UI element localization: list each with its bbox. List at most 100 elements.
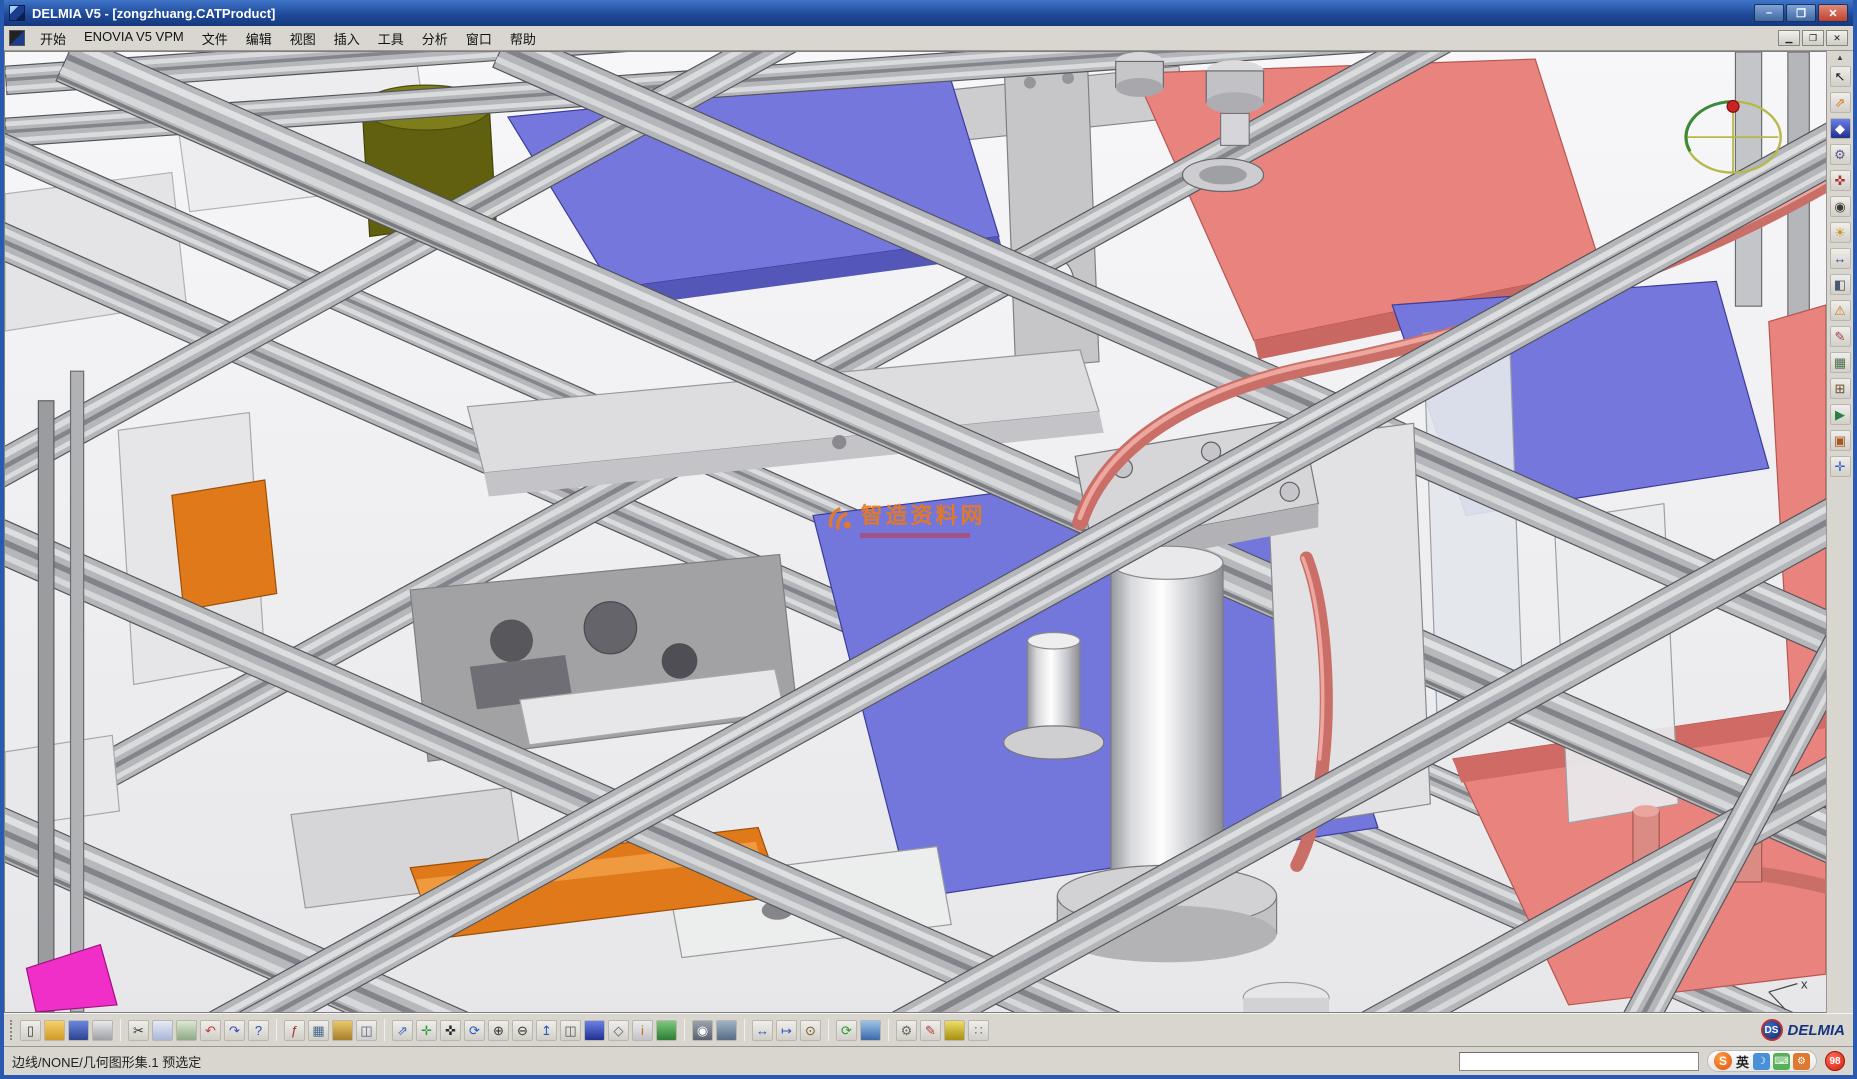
pan-button[interactable]: ✜ <box>440 1020 461 1041</box>
ime-language-indicator[interactable]: 英 <box>1736 1052 1749 1071</box>
undo-button[interactable]: ↶ <box>200 1020 221 1041</box>
ime-icons: ☽ ⌨ ⚙ <box>1753 1053 1810 1070</box>
clash-check-button[interactable] <box>860 1020 881 1041</box>
icon-glyph: ↖ <box>1835 70 1846 83</box>
menu-enovia-vpm[interactable]: ENOVIA V5 VPM <box>76 26 192 51</box>
icon-glyph: ↶ <box>205 1024 216 1037</box>
icon-glyph: ✛ <box>1835 460 1846 473</box>
context-help-button[interactable]: ? <box>248 1020 269 1041</box>
view-compass[interactable] <box>1685 100 1780 172</box>
icon-glyph: ▦ <box>312 1024 324 1037</box>
view-cube-tool[interactable]: ◆ <box>1830 118 1851 139</box>
menu-file[interactable]: 文件 <box>194 26 236 51</box>
icon-glyph: ✎ <box>925 1024 936 1037</box>
cut-button[interactable]: ✂ <box>128 1020 149 1041</box>
script-editor-button[interactable] <box>944 1020 965 1041</box>
fly-through-button[interactable]: ⇗ <box>392 1020 413 1041</box>
power-input-field[interactable] <box>1459 1052 1699 1071</box>
mdi-window-controls: ▁ ❐ ✕ <box>1778 30 1848 46</box>
menu-view[interactable]: 视图 <box>282 26 324 51</box>
print-button[interactable] <box>92 1020 113 1041</box>
mass-properties-button[interactable]: ⊙ <box>800 1020 821 1041</box>
catalog-browser-button[interactable] <box>332 1020 353 1041</box>
catalog-tool[interactable]: ⊞ <box>1830 378 1851 399</box>
macros-button[interactable]: ✎ <box>920 1020 941 1041</box>
render-tools-button[interactable] <box>716 1020 737 1041</box>
ime-toolbar[interactable]: S 英 ☽ ⌨ ⚙ <box>1707 1050 1817 1072</box>
material-view-button[interactable]: i <box>632 1020 653 1041</box>
menu-window[interactable]: 窗口 <box>458 26 500 51</box>
update-document-button[interactable]: ⟳ <box>836 1020 857 1041</box>
save-button[interactable] <box>68 1020 89 1041</box>
menu-help[interactable]: 帮助 <box>502 26 544 51</box>
document-menu-icon[interactable] <box>9 30 25 46</box>
sogou-logo-icon[interactable]: S <box>1714 1052 1732 1070</box>
delmia-window: DELMIA V5 - [zongzhuang.CATProduct] – ❐ … <box>0 0 1857 1079</box>
fly-mode-tool[interactable]: ⇗ <box>1830 92 1851 113</box>
shaded-view-button[interactable] <box>584 1020 605 1041</box>
maximize-button[interactable]: ❐ <box>1786 4 1816 22</box>
knowledge-toolbar-group: ƒ ▦ ◫ <box>284 1020 377 1041</box>
mdi-close-button[interactable]: ✕ <box>1826 30 1848 46</box>
main-menu: 开始 ENOVIA V5 VPM 文件 编辑 视图 插入 工具 分析 窗口 帮助 <box>32 26 544 51</box>
axis-system-tool[interactable]: ✛ <box>1830 456 1851 477</box>
measure-item-button[interactable]: ↦ <box>776 1020 797 1041</box>
compass-tool[interactable]: ✜ <box>1830 170 1851 191</box>
annotation-tool[interactable]: ✎ <box>1830 326 1851 347</box>
mechanism-gear-tool[interactable]: ⚙ <box>1830 144 1851 165</box>
robot-task-tool[interactable]: ▣ <box>1830 430 1851 451</box>
capture-camera-button[interactable]: ◉ <box>692 1020 713 1041</box>
wireframe-view-button[interactable]: ◇ <box>608 1020 629 1041</box>
zoom-out-button[interactable]: ⊖ <box>512 1020 533 1041</box>
formula-editor-button[interactable]: ƒ <box>284 1020 305 1041</box>
design-table-button[interactable]: ▦ <box>308 1020 329 1041</box>
menu-tools[interactable]: 工具 <box>370 26 412 51</box>
multi-view-button[interactable]: ◫ <box>560 1020 581 1041</box>
fit-all-in-button[interactable]: ✛ <box>416 1020 437 1041</box>
new-document-button[interactable]: ▯ <box>20 1020 41 1041</box>
open-folder-button[interactable] <box>44 1020 65 1041</box>
mdi-restore-button[interactable]: ❐ <box>1802 30 1824 46</box>
notification-badge[interactable]: 98 <box>1825 1051 1845 1071</box>
material-tool[interactable]: ▦ <box>1830 352 1851 373</box>
copy-button[interactable] <box>152 1020 173 1041</box>
section-tool[interactable]: ◧ <box>1830 274 1851 295</box>
link-manager-button[interactable]: ◫ <box>356 1020 377 1041</box>
icon-glyph: ↔ <box>1834 252 1847 265</box>
view-toolbar-group: ⇗✛✜⟳ ⊕ ⊖↥◫ ◇i <box>392 1020 677 1041</box>
normal-view-button[interactable]: ↥ <box>536 1020 557 1041</box>
redo-button[interactable]: ↷ <box>224 1020 245 1041</box>
options-settings-button[interactable]: ⚙ <box>896 1020 917 1041</box>
status-bar: 边线/NONE/几何图形集.1 预选定 S 英 ☽ ⌨ ⚙ 98 <box>4 1046 1853 1075</box>
customize-more-button[interactable]: ∷ <box>968 1020 989 1041</box>
icon-glyph: ⊕ <box>493 1024 504 1037</box>
viewport-3d[interactable]: x 智造资料网 <box>4 51 1826 1013</box>
menu-analyze[interactable]: 分析 <box>414 26 456 51</box>
menu-insert[interactable]: 插入 <box>326 26 368 51</box>
hide-show-button[interactable] <box>656 1020 677 1041</box>
paste-button[interactable] <box>176 1020 197 1041</box>
zoom-in-button[interactable]: ⊕ <box>488 1020 509 1041</box>
close-button[interactable]: ✕ <box>1818 4 1848 22</box>
measure-between-button[interactable]: ↔ <box>752 1020 773 1041</box>
rotate-view-button[interactable]: ⟳ <box>464 1020 485 1041</box>
ime-toolbox-icon[interactable]: ⚙ <box>1793 1053 1810 1070</box>
icon-glyph: ⊙ <box>805 1024 816 1037</box>
ime-mode-icon[interactable]: ☽ <box>1753 1053 1770 1070</box>
measure-tool[interactable]: ↔ <box>1830 248 1851 269</box>
minimize-button[interactable]: – <box>1754 4 1784 22</box>
mdi-minimize-button[interactable]: ▁ <box>1778 30 1800 46</box>
menu-start[interactable]: 开始 <box>32 26 74 51</box>
select-tool[interactable]: ↖ <box>1830 66 1851 87</box>
title-bar[interactable]: DELMIA V5 - [zongzhuang.CATProduct] – ❐ … <box>4 0 1853 26</box>
simulation-play-tool[interactable]: ▶ <box>1830 404 1851 425</box>
app-icon <box>9 5 25 21</box>
toolbar-scroll-up-icon[interactable]: ▲ <box>1830 53 1851 62</box>
menu-edit[interactable]: 编辑 <box>238 26 280 51</box>
toolbar-grip[interactable] <box>10 1020 13 1040</box>
light-source-tool[interactable]: ☀ <box>1830 222 1851 243</box>
camera-view-tool[interactable]: ◉ <box>1830 196 1851 217</box>
clash-warning-tool[interactable]: ⚠ <box>1830 300 1851 321</box>
ime-keyboard-icon[interactable]: ⌨ <box>1773 1053 1790 1070</box>
icon-glyph: ◉ <box>697 1024 708 1037</box>
